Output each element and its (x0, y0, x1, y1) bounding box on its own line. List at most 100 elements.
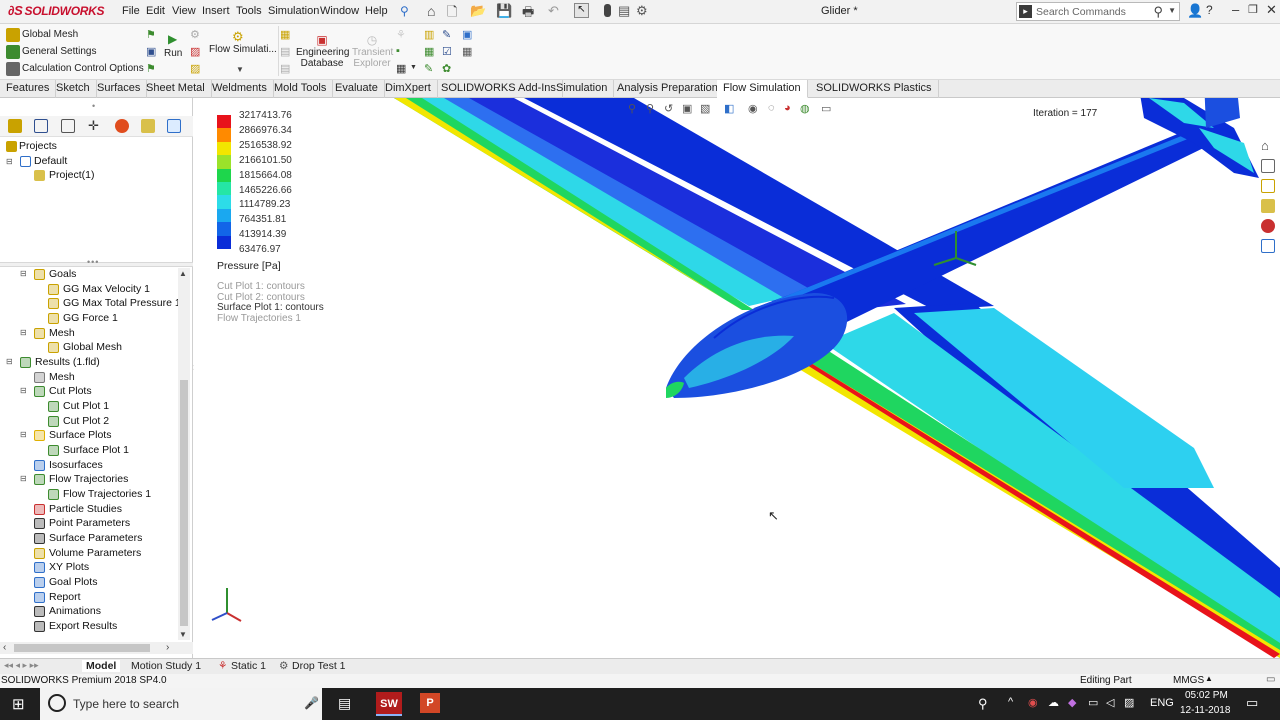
expand-minus-icon[interactable]: ⊟ (6, 157, 13, 166)
tab-surfaces[interactable]: Surfaces (91, 80, 148, 98)
tab-sheet-metal[interactable]: Sheet Metal (140, 80, 212, 98)
menu-insert[interactable]: Insert (202, 5, 230, 17)
zoom-to-fit-icon[interactable]: ⚲ (628, 102, 636, 115)
chevron-down-icon[interactable]: ▼ (1168, 6, 1176, 15)
grid-icon[interactable]: ▦ (462, 45, 472, 58)
menu-window[interactable]: Window (320, 5, 359, 17)
zoom-area-icon[interactable]: ⚲ (646, 102, 654, 115)
results-unload-icon[interactable]: ▨ (190, 62, 200, 75)
menu-edit[interactable]: Edit (146, 5, 165, 17)
menu-help[interactable]: Help (365, 5, 388, 17)
volume-icon[interactable]: ◁ (1106, 696, 1114, 709)
tab-sketch[interactable]: Sketch (50, 80, 97, 98)
tab-features[interactable]: Features (0, 80, 57, 98)
appearances-icon[interactable] (1261, 219, 1275, 233)
tree-hscroll-thumb[interactable] (14, 644, 150, 652)
menu-view[interactable]: View (172, 5, 196, 17)
view-settings-icon[interactable]: ▭ (821, 102, 831, 115)
battery-icon[interactable]: ▭ (1088, 696, 1098, 709)
feature-manager-tab-icon[interactable] (8, 119, 22, 133)
tab-weldments[interactable]: Weldments (206, 80, 274, 98)
menu-file[interactable]: File (122, 5, 140, 17)
menu-tools[interactable]: Tools (236, 5, 262, 17)
home-icon[interactable]: ⌂ (1261, 139, 1275, 153)
cam-tab-icon[interactable] (167, 119, 181, 133)
notifications-icon[interactable]: ▭ (1246, 695, 1258, 711)
taskbar-search-input[interactable]: Type here to search 🎤 (40, 688, 322, 720)
tab-analysis-preparation[interactable]: Analysis Preparation (611, 80, 725, 98)
tab-model[interactable]: Model (82, 660, 121, 672)
tab-scroll-arrows-icon[interactable]: ◂◂ ◂ ▸ ▸▸ (4, 660, 39, 671)
trajectory-icon[interactable]: ✿ (442, 62, 451, 75)
expand-minus-icon[interactable]: ⊟ (6, 357, 13, 366)
new-document-icon[interactable]: 🗋 (447, 3, 457, 25)
scroll-right-icon[interactable]: › (166, 642, 169, 653)
check-geometry-icon[interactable]: ⚘ (396, 28, 406, 41)
expand-minus-icon[interactable]: ⊟ (20, 430, 27, 439)
tab-static-1[interactable]: Static 1 (231, 660, 266, 672)
traffic-light-icon[interactable] (604, 4, 611, 17)
engineering-database-button[interactable]: ▣ Engineering Database (296, 33, 349, 69)
people-icon[interactable]: ⚲ (978, 696, 988, 712)
expand-minus-icon[interactable]: ⊟ (20, 474, 27, 483)
apply-scene-icon[interactable]: ◍ (800, 102, 810, 115)
unit-system[interactable]: MMGS (1173, 675, 1204, 686)
user-icon[interactable]: 👤 (1187, 3, 1203, 19)
tab-flow-simulation[interactable]: Flow Simulation (717, 80, 808, 98)
leak-tracking-icon[interactable]: ▪ (396, 45, 400, 57)
tab-dimxpert[interactable]: DimXpert (379, 80, 438, 98)
table-icon[interactable]: ▦ (280, 28, 290, 41)
solidworks-taskbar-icon[interactable]: SW (376, 692, 402, 716)
clock-time[interactable]: 05:02 PM (1185, 690, 1228, 701)
tab-simulation[interactable]: Simulation (550, 80, 615, 98)
edit-icon[interactable]: ✎ (442, 28, 451, 41)
print-icon[interactable]: 🖶 (522, 3, 534, 25)
network-icon[interactable]: ▨ (1124, 696, 1134, 709)
glider-model[interactable] (194, 98, 1280, 658)
task-view-icon[interactable]: ▤ (338, 695, 351, 712)
graphics-area[interactable]: 3217413.76 2866976.34 2516538.92 2166101.50… (194, 98, 1280, 658)
previous-view-icon[interactable]: ↺ (664, 102, 673, 115)
open-icon[interactable]: 📂 (470, 3, 486, 19)
custom-properties-icon[interactable] (1261, 239, 1275, 253)
scroll-down-icon[interactable]: ▼ (179, 630, 187, 639)
app-tray-icon[interactable]: ◆ (1068, 696, 1076, 709)
search-icon[interactable]: ⚲ (1153, 4, 1163, 20)
cut-plot-icon[interactable]: ✎ (424, 62, 433, 75)
monitor-icon[interactable]: ▦ (424, 45, 434, 58)
expand-minus-icon[interactable]: ⊟ (20, 386, 27, 395)
language-indicator[interactable]: ENG (1150, 697, 1174, 709)
windows-start-icon[interactable]: ⊞ (12, 695, 25, 713)
cloud-tray-icon[interactable]: ☁ (1048, 696, 1059, 709)
help-icon[interactable]: ? (1206, 3, 1213, 17)
tab-evaluate[interactable]: Evaluate (329, 80, 385, 98)
menu-simulation[interactable]: Simulation (268, 5, 319, 17)
options-gear-icon[interactable]: ⚙ (636, 3, 648, 19)
minimize-icon[interactable]: – (1232, 2, 1239, 17)
tools-icon[interactable]: ▤ (280, 62, 290, 75)
search-scope-icon[interactable]: ▸ (1019, 5, 1032, 18)
file-properties-icon[interactable]: ▤ (618, 3, 630, 19)
tab-drop-test-1[interactable]: Drop Test 1 (292, 660, 346, 672)
transient-explorer-button[interactable]: ◷ Transient Explorer (352, 33, 393, 69)
property-manager-tab-icon[interactable] (34, 119, 48, 133)
design-library-icon[interactable] (1261, 159, 1275, 173)
clock-date[interactable]: 12-11-2018 (1180, 705, 1230, 716)
file-explorer-icon[interactable] (1261, 179, 1275, 193)
dimxpert-tab-icon[interactable]: ✛ (88, 119, 102, 133)
chevron-up-icon[interactable]: ▲ (1205, 674, 1213, 683)
chevron-down-icon[interactable]: ▼ (410, 64, 417, 71)
flag-icon[interactable]: ⚑ (146, 28, 156, 41)
measure-icon[interactable]: ▦ (396, 62, 406, 75)
configuration-manager-tab-icon[interactable] (61, 119, 75, 133)
edit-appearance-icon[interactable]: ◕ (784, 102, 791, 114)
pin-icon[interactable]: ⚲ (400, 4, 409, 18)
dynamic-annotation-icon[interactable]: ▧ (700, 102, 710, 115)
results-load-icon[interactable]: ▨ (190, 45, 200, 58)
status-options-icon[interactable]: ▭ (1266, 674, 1275, 685)
tab-solidworks-add-ins[interactable]: SOLIDWORKS Add-Ins (435, 80, 563, 98)
chrome-tray-icon[interactable]: ◉ (1028, 696, 1038, 709)
tree-scroll-thumb[interactable] (180, 380, 188, 626)
solver-icon[interactable]: ⚙ (190, 28, 200, 41)
tab-motion-study-1[interactable]: Motion Study 1 (131, 660, 201, 672)
